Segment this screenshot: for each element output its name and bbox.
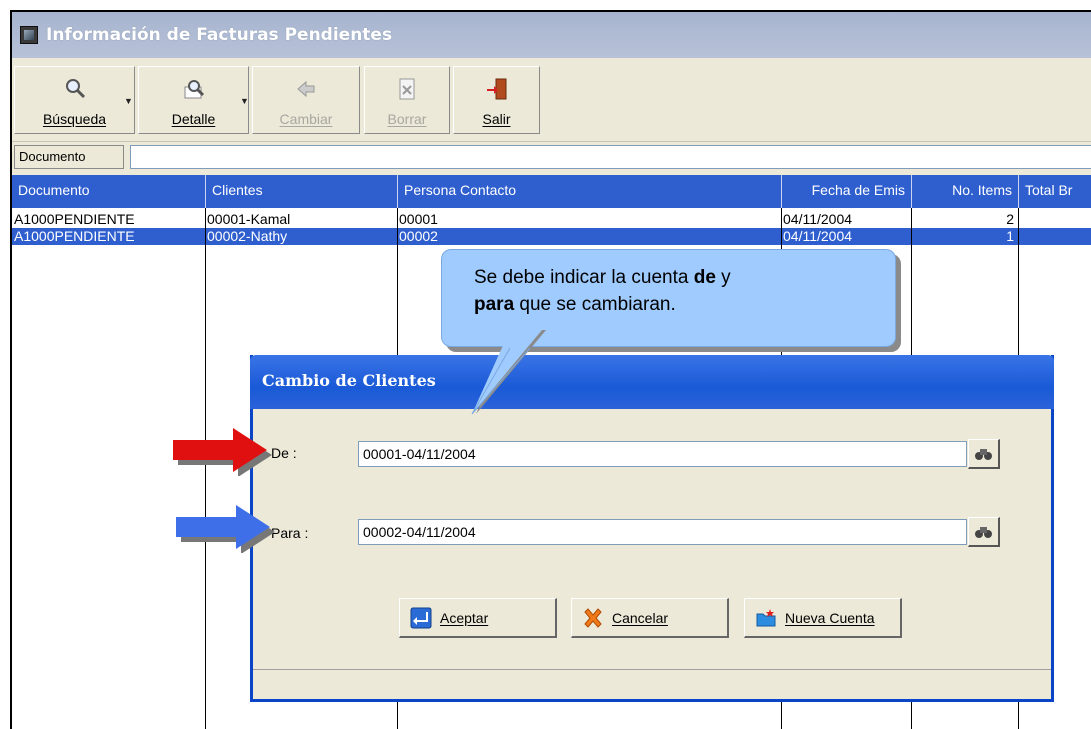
blue-arrow-icon (176, 505, 275, 553)
red-arrow-icon (173, 428, 272, 476)
callout-text: y (715, 267, 731, 288)
exit-button[interactable]: Salir (453, 66, 540, 134)
new-folder-icon (756, 608, 776, 626)
de-input[interactable] (358, 441, 967, 467)
column-header-items[interactable]: No. Items (911, 175, 1018, 208)
detail-button-label: Detalle (171, 111, 216, 127)
cell-contacto: 00002 (399, 228, 438, 244)
document-label: Documento (14, 145, 124, 169)
binoculars-icon (974, 526, 992, 538)
title-bar: Información de Facturas Pendientes (12, 12, 1091, 58)
change-arrows-icon (297, 80, 315, 98)
cell-cliente: 00001-Kamal (207, 211, 291, 227)
cell-contacto: 00001 (399, 211, 438, 227)
cell-documento: A1000PENDIENTE (14, 228, 135, 244)
change-button[interactable]: Cambiar (252, 66, 360, 134)
callout-tail (471, 330, 546, 415)
callout-bold-de: de (693, 267, 716, 288)
column-header-fecha[interactable]: Fecha de Emis (781, 175, 911, 208)
window-title: Información de Facturas Pendientes (46, 25, 393, 45)
close-x-icon (584, 607, 602, 628)
cell-fecha: 04/11/2004 (783, 211, 853, 227)
accept-button[interactable]: Aceptar (399, 598, 557, 638)
search-dropdown-icon[interactable]: ▼ (124, 96, 133, 106)
document-input[interactable] (130, 145, 1091, 169)
de-lookup-button[interactable] (968, 439, 1000, 469)
delete-button[interactable]: Borrar (364, 66, 450, 134)
search-button[interactable]: Búsqueda (14, 66, 135, 134)
document-search-row: Documento (12, 143, 1091, 171)
change-button-label: Cambiar (279, 111, 333, 127)
detail-dropdown-icon[interactable]: ▼ (240, 96, 249, 106)
table-row-selected[interactable]: A1000PENDIENTE 00002-Nathy 00002 04/11/2… (12, 228, 1091, 245)
delete-button-label: Borrar (387, 111, 427, 127)
column-header-documento[interactable]: Documento (12, 175, 205, 208)
dialog-title: Cambio de Clientes (250, 355, 1054, 409)
column-header-total[interactable]: Total Br (1018, 175, 1091, 208)
cancel-button[interactable]: Cancelar (571, 598, 729, 638)
detail-button[interactable]: Detalle (138, 66, 249, 134)
delete-page-icon (399, 78, 415, 100)
cell-fecha: 04/11/2004 (783, 228, 853, 244)
new-account-button[interactable]: Nueva Cuenta (744, 598, 902, 638)
enter-arrow-icon (410, 607, 432, 628)
new-account-button-label: Nueva Cuenta (785, 609, 875, 626)
dialog-status-bar (253, 669, 1051, 699)
toolbar: Búsqueda ▼ Detalle ▼ Cambiar Borrar Sali… (12, 58, 1091, 142)
cancel-button-label: Cancelar (612, 609, 669, 626)
exit-button-label: Salir (482, 111, 511, 127)
app-icon (20, 26, 38, 44)
callout-bold-para: para (474, 294, 515, 315)
cell-cliente: 00002-Nathy (207, 228, 288, 244)
column-header-clientes[interactable]: Clientes (205, 175, 397, 208)
binoculars-icon (974, 448, 992, 460)
cell-items: 2 (1006, 211, 1014, 227)
para-lookup-button[interactable] (968, 517, 1000, 547)
exit-door-icon (486, 78, 506, 100)
cell-documento: A1000PENDIENTE (14, 211, 135, 227)
magnifier-icon (65, 79, 85, 99)
detail-magnifier-icon (184, 80, 204, 99)
search-button-label: Búsqueda (42, 111, 107, 127)
cell-items: 1 (1006, 228, 1014, 244)
accept-button-label: Aceptar (440, 609, 489, 626)
callout-text: que se cambiaran. (514, 294, 676, 315)
table-row[interactable]: A1000PENDIENTE 00001-Kamal 00001 04/11/2… (12, 211, 1091, 228)
callout-text: Se debe indicar la cuenta (474, 267, 694, 288)
para-input[interactable] (358, 519, 967, 545)
grid-header: Documento Clientes Persona Contacto Fech… (12, 175, 1091, 208)
column-header-contacto[interactable]: Persona Contacto (397, 175, 781, 208)
